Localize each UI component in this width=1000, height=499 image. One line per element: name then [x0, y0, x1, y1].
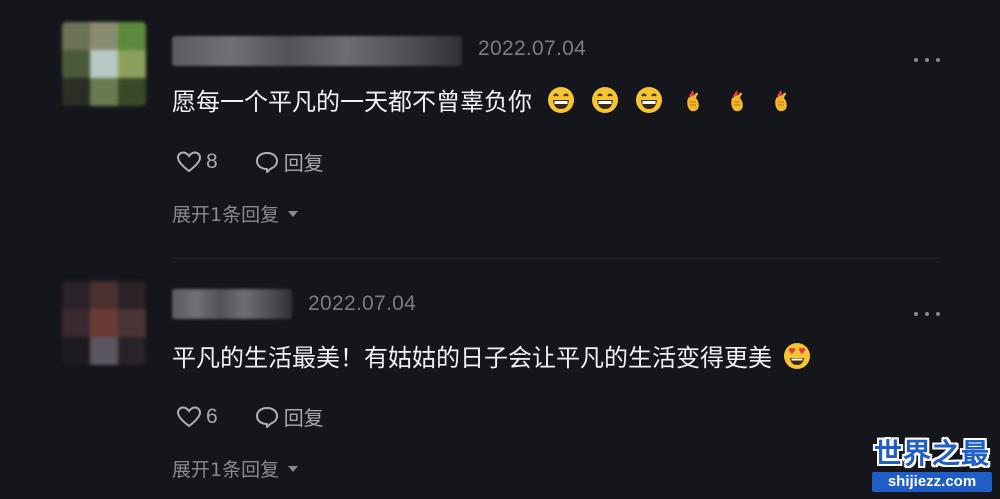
like-count: 6 [206, 404, 218, 428]
comment-date: 2022.07.04 [478, 37, 587, 60]
username-blurred[interactable] [172, 36, 462, 66]
comment-item: 2022.07.04 平凡的生活最美！有姑姑的日子会让平凡的生活变得更美 6 回… [0, 259, 1000, 499]
like-button[interactable]: 6 [176, 405, 218, 429]
reply-button[interactable]: 回复 [254, 147, 324, 176]
comment-actions: 6 回复 [176, 402, 324, 431]
comment-actions: 8 回复 [176, 147, 324, 176]
chevron-down-icon [288, 465, 299, 472]
watermark-url: shijiezz.com [872, 472, 992, 492]
avatar[interactable] [62, 22, 146, 106]
chevron-down-icon [288, 210, 299, 217]
watermark-title: 世界之最 [873, 437, 990, 470]
expand-replies-label: 展开1条回复 [172, 459, 280, 481]
grinning-face-icon [592, 86, 618, 113]
username-blurred[interactable] [172, 289, 292, 319]
reply-label: 回复 [283, 406, 324, 430]
site-watermark: 世界之最 shijiezz.com [872, 438, 992, 496]
comment-bubble-icon [255, 151, 278, 173]
hand-with-index-finger-and-thumb-crossed-icon [687, 89, 699, 111]
expand-replies-button[interactable]: 展开1条回复 [172, 200, 299, 227]
reply-button[interactable]: 回复 [254, 402, 324, 431]
comment-item: 2022.07.04 愿每一个平凡的一天都不曾辜负你 8 回复 展开1条回复 [0, 0, 1000, 258]
like-button[interactable]: 8 [176, 150, 218, 174]
comment-text-content: 愿每一个平凡的一天都不曾辜负你 [172, 88, 532, 116]
comment-date: 2022.07.04 [308, 292, 417, 315]
hand-with-index-finger-and-thumb-crossed-icon [775, 89, 787, 111]
heart-icon [176, 150, 202, 172]
more-options-icon[interactable] [914, 309, 940, 319]
hand-with-index-finger-and-thumb-crossed-icon [731, 89, 743, 111]
comment-text: 愿每一个平凡的一天都不曾辜负你 [172, 82, 796, 117]
heart-icon [176, 405, 202, 427]
grinning-face-icon [548, 86, 574, 113]
comment-text: 平凡的生活最美！有姑姑的日子会让平凡的生活变得更美 [172, 338, 812, 373]
comment-bubble-icon [255, 406, 278, 428]
like-count: 8 [206, 149, 218, 173]
smiling-face-with-heart-eyes-icon [784, 342, 810, 369]
expand-replies-label: 展开1条回复 [172, 204, 280, 226]
expand-replies-button[interactable]: 展开1条回复 [172, 455, 299, 482]
avatar[interactable] [62, 281, 146, 365]
reply-label: 回复 [283, 151, 324, 175]
more-options-icon[interactable] [914, 55, 940, 65]
comment-text-content: 平凡的生活最美！有姑姑的日子会让平凡的生活变得更美 [172, 344, 772, 372]
grinning-face-icon [636, 86, 662, 113]
